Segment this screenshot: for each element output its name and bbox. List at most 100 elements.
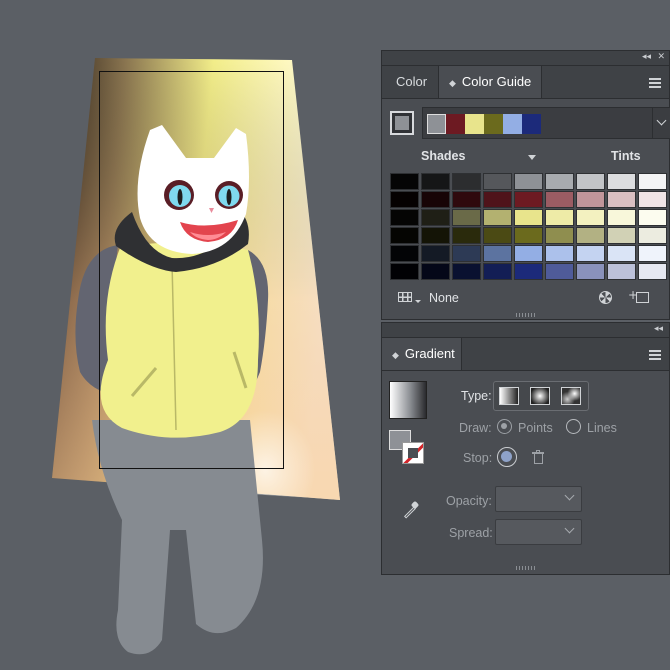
color-variation-swatch[interactable] bbox=[638, 191, 667, 208]
harmony-swatch[interactable] bbox=[427, 114, 446, 134]
color-variation-swatch[interactable] bbox=[514, 209, 543, 226]
color-panel-tabs: Color ◆ Color Guide bbox=[382, 66, 669, 99]
color-variation-swatch[interactable] bbox=[452, 245, 481, 262]
color-variation-swatch[interactable] bbox=[390, 263, 419, 280]
harmony-swatch[interactable] bbox=[465, 114, 484, 134]
stop-label: Stop: bbox=[463, 451, 493, 465]
save-to-swatches-icon[interactable]: + bbox=[628, 288, 650, 305]
shades-dropdown-icon[interactable] bbox=[528, 155, 536, 160]
spread-dropdown[interactable] bbox=[495, 519, 582, 545]
collapse-icon[interactable]: ◂◂ bbox=[654, 324, 663, 334]
color-variation-swatch[interactable] bbox=[545, 245, 574, 262]
color-variation-swatch[interactable] bbox=[390, 209, 419, 226]
collapse-icon[interactable]: ◂◂ bbox=[642, 52, 651, 62]
color-variation-swatch[interactable] bbox=[514, 173, 543, 190]
color-variation-swatch[interactable] bbox=[452, 191, 481, 208]
color-variation-swatch[interactable] bbox=[483, 191, 512, 208]
color-variation-swatch[interactable] bbox=[452, 209, 481, 226]
harmony-rules-strip[interactable] bbox=[422, 107, 656, 139]
library-menu-chevron-icon[interactable] bbox=[415, 300, 421, 303]
radial-gradient-button[interactable] bbox=[530, 387, 550, 405]
tab-color-guide[interactable]: ◆ Color Guide bbox=[438, 66, 543, 98]
color-variation-swatch[interactable] bbox=[421, 173, 450, 190]
color-variation-swatch[interactable] bbox=[607, 209, 636, 226]
panel-menu-icon[interactable] bbox=[649, 350, 661, 360]
draw-label: Draw: bbox=[459, 421, 492, 435]
color-variation-swatch[interactable] bbox=[607, 263, 636, 280]
panel-menu-icon[interactable] bbox=[649, 78, 661, 88]
harmony-swatch[interactable] bbox=[503, 114, 522, 134]
harmony-swatch[interactable] bbox=[522, 114, 541, 134]
gradient-preview-swatch[interactable] bbox=[389, 381, 427, 419]
color-variation-swatch[interactable] bbox=[483, 263, 512, 280]
color-variation-swatch[interactable] bbox=[638, 263, 667, 280]
tab-gradient[interactable]: ◆ Gradient bbox=[382, 338, 462, 370]
color-variation-swatch[interactable] bbox=[390, 245, 419, 262]
color-variation-swatch[interactable] bbox=[545, 173, 574, 190]
color-variation-swatch[interactable] bbox=[452, 263, 481, 280]
tab-color[interactable]: Color bbox=[386, 66, 437, 98]
base-color-swatch[interactable] bbox=[390, 111, 414, 135]
color-variation-swatch[interactable] bbox=[545, 227, 574, 244]
color-variation-swatch[interactable] bbox=[421, 263, 450, 280]
color-variation-swatch[interactable] bbox=[514, 191, 543, 208]
close-icon[interactable]: ✕ bbox=[657, 52, 665, 62]
color-variation-swatch[interactable] bbox=[421, 191, 450, 208]
color-variation-swatch[interactable] bbox=[638, 245, 667, 262]
color-variation-swatch[interactable] bbox=[421, 245, 450, 262]
color-variation-swatch[interactable] bbox=[421, 227, 450, 244]
color-variation-swatch[interactable] bbox=[576, 173, 605, 190]
color-variation-swatch[interactable] bbox=[545, 209, 574, 226]
panel-topbar[interactable]: ◂◂ bbox=[382, 323, 669, 338]
lines-radio[interactable] bbox=[566, 419, 581, 434]
color-variation-swatch[interactable] bbox=[452, 227, 481, 244]
color-variation-swatch[interactable] bbox=[638, 227, 667, 244]
delete-stop-icon[interactable] bbox=[532, 450, 544, 464]
color-variation-swatch[interactable] bbox=[545, 191, 574, 208]
eyedropper-icon[interactable] bbox=[402, 500, 420, 520]
color-variation-swatch[interactable] bbox=[607, 245, 636, 262]
swatch-library-icon[interactable] bbox=[398, 292, 412, 302]
color-variation-swatch[interactable] bbox=[483, 209, 512, 226]
color-variation-swatch[interactable] bbox=[576, 263, 605, 280]
color-variation-swatch[interactable] bbox=[638, 173, 667, 190]
panel-resize-grip[interactable] bbox=[515, 313, 536, 317]
color-variation-swatch[interactable] bbox=[545, 263, 574, 280]
linear-gradient-button[interactable] bbox=[499, 387, 519, 405]
points-radio[interactable] bbox=[497, 419, 512, 434]
harmony-swatch[interactable] bbox=[446, 114, 465, 134]
color-variation-swatch[interactable] bbox=[483, 173, 512, 190]
color-variation-swatch[interactable] bbox=[390, 227, 419, 244]
edit-colors-icon[interactable] bbox=[599, 291, 612, 304]
color-variation-swatch[interactable] bbox=[452, 173, 481, 190]
cat-body-vest bbox=[100, 242, 259, 438]
gradient-stop-button[interactable] bbox=[497, 447, 517, 467]
color-variations-grid bbox=[390, 173, 670, 281]
color-variation-swatch[interactable] bbox=[514, 227, 543, 244]
opacity-dropdown[interactable] bbox=[495, 486, 582, 512]
color-variation-swatch[interactable] bbox=[607, 191, 636, 208]
color-variation-swatch[interactable] bbox=[483, 227, 512, 244]
color-variation-swatch[interactable] bbox=[576, 245, 605, 262]
color-variation-swatch[interactable] bbox=[514, 245, 543, 262]
color-variation-swatch[interactable] bbox=[576, 191, 605, 208]
cat-legs bbox=[92, 420, 263, 655]
harmony-dropdown-button[interactable] bbox=[652, 107, 670, 139]
color-variation-swatch[interactable] bbox=[576, 227, 605, 244]
color-variation-swatch[interactable] bbox=[483, 245, 512, 262]
limit-library-label: None bbox=[429, 291, 459, 305]
color-variation-swatch[interactable] bbox=[390, 191, 419, 208]
color-variation-swatch[interactable] bbox=[607, 227, 636, 244]
color-variation-swatch[interactable] bbox=[390, 173, 419, 190]
color-variation-swatch[interactable] bbox=[576, 209, 605, 226]
harmony-swatch[interactable] bbox=[484, 114, 503, 134]
points-label: Points bbox=[518, 421, 553, 435]
panel-topbar[interactable]: ◂◂ ✕ bbox=[382, 51, 669, 66]
stroke-swatch-none[interactable] bbox=[402, 442, 424, 464]
color-variation-swatch[interactable] bbox=[638, 209, 667, 226]
color-variation-swatch[interactable] bbox=[421, 209, 450, 226]
freeform-gradient-button[interactable] bbox=[561, 387, 581, 405]
color-variation-swatch[interactable] bbox=[607, 173, 636, 190]
panel-resize-grip[interactable] bbox=[515, 566, 536, 570]
color-variation-swatch[interactable] bbox=[514, 263, 543, 280]
